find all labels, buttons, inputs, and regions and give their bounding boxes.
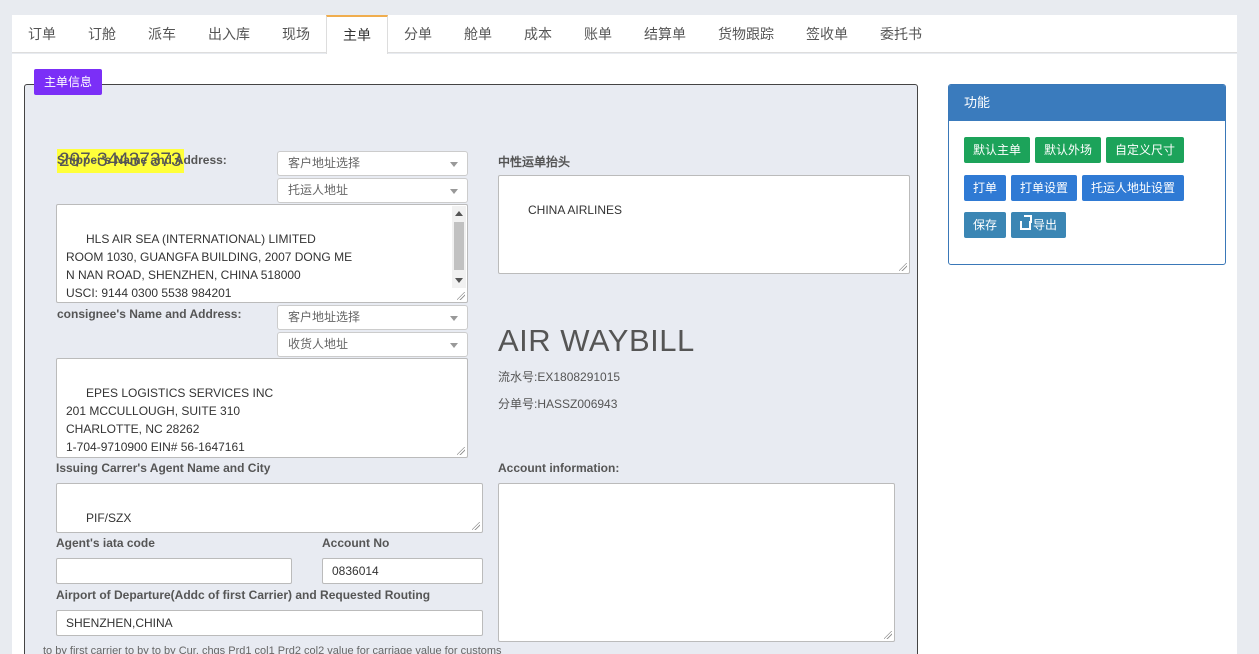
select-value: 收货人地址 [288,337,349,351]
panel-legend: 主单信息 [34,69,103,95]
scroll-up-icon[interactable] [455,211,463,216]
custom-size-button[interactable]: 自定义尺寸 [1106,137,1185,163]
textarea-scrollbar[interactable] [452,206,466,288]
scroll-thumb[interactable] [454,222,464,270]
iata-code-input[interactable] [56,558,292,584]
issuing-agent-textarea[interactable]: PIF/SZX [56,483,483,533]
functions-panel: 功能 默认主单 默认外场 自定义尺寸 打单 打单设置 托运人地址设置 保存 导出 [948,84,1226,265]
issuing-agent-text: PIF/SZX [86,511,132,525]
chevron-down-icon [450,343,458,348]
export-icon [1020,221,1031,230]
scroll-down-icon[interactable] [455,278,463,283]
departure-input[interactable]: SHENZHEN,CHINA [56,610,483,636]
functions-title: 功能 [949,85,1225,121]
print-settings-button[interactable]: 打单设置 [1011,175,1078,201]
house-bill-number: 分单号:HASSZ006943 [498,397,618,411]
awb-title: AIR WAYBILL [498,323,695,358]
tab-booking[interactable]: 订舱 [72,15,132,53]
shipper-label: Shipper's Name and Address: [57,153,227,167]
neutral-header-text: CHINA AIRLINES [528,203,623,217]
shipper-text: HLS AIR SEA (INTERNATIONAL) LIMITED ROOM… [66,232,353,300]
tab-bar: 订单 订舱 派车 出入库 现场 主单 分单 舱单 成本 账单 结算单 货物跟踪 … [12,15,1237,54]
account-info-textarea[interactable] [498,483,895,642]
consignee-textarea[interactable]: EPES LOGISTICS SERVICES INC 201 MCCULLOU… [56,358,468,458]
resize-handle-icon[interactable] [472,522,480,530]
consignee-label: consignee's Name and Address: [57,307,242,321]
chevron-down-icon [450,162,458,167]
tab-manifest[interactable]: 舱单 [448,15,508,53]
account-no-label: Account No [322,536,390,550]
tab-cost[interactable]: 成本 [508,15,568,53]
tab-house-bill[interactable]: 分单 [388,15,448,53]
master-bill-panel: 297-34437373 Shipper's Name and Address:… [24,84,918,654]
tab-receipt[interactable]: 签收单 [790,15,864,53]
iata-code-label: Agent's iata code [56,536,155,550]
shipper-textarea[interactable]: HLS AIR SEA (INTERNATIONAL) LIMITED ROOM… [56,204,468,303]
shipper-customer-select[interactable]: 客户地址选择 [277,151,468,176]
resize-handle-icon[interactable] [899,263,907,271]
chevron-down-icon [450,189,458,194]
departure-label: Airport of Departure(Addc of first Carri… [56,588,431,602]
select-value: 托运人地址 [288,183,349,197]
resize-handle-icon[interactable] [457,292,465,300]
default-master-button[interactable]: 默认主单 [964,137,1031,163]
neutral-header-textarea[interactable]: CHINA AIRLINES [498,175,910,274]
tab-settlement[interactable]: 结算单 [628,15,702,53]
select-value: 客户地址选择 [288,310,361,324]
shipper-address-settings-button[interactable]: 托运人地址设置 [1082,175,1185,201]
default-outer-button[interactable]: 默认外场 [1035,137,1102,163]
tab-dispatch[interactable]: 派车 [132,15,192,53]
neutral-header-label: 中性运单抬头 [498,155,571,169]
tab-order[interactable]: 订单 [12,15,72,53]
tab-cargo-tracking[interactable]: 货物跟踪 [702,15,790,53]
export-button[interactable]: 导出 [1011,212,1067,238]
resize-handle-icon[interactable] [457,447,465,455]
chevron-down-icon [450,316,458,321]
consignee-customer-select[interactable]: 客户地址选择 [277,305,468,330]
tab-power-of-attorney[interactable]: 委托书 [864,15,938,53]
shipper-address-select[interactable]: 托运人地址 [277,178,468,203]
main-content: 297-34437373 Shipper's Name and Address:… [12,54,1237,654]
consignee-text: EPES LOGISTICS SERVICES INC 201 MCCULLOU… [66,386,274,454]
tab-warehouse[interactable]: 出入库 [192,15,266,53]
issuing-agent-label: Issuing Carrer's Agent Name and City [56,461,271,475]
resize-handle-icon[interactable] [884,631,892,639]
save-button[interactable]: 保存 [964,212,1007,238]
account-no-input[interactable]: 0836014 [322,558,483,584]
tab-onsite[interactable]: 现场 [266,15,326,53]
tab-bill[interactable]: 账单 [568,15,628,53]
tab-master-bill[interactable]: 主单 [326,15,388,54]
consignee-address-select[interactable]: 收货人地址 [277,332,468,357]
serial-number: 流水号:EX1808291015 [498,370,621,384]
routing-header-row: to by first carrier to by to by Cur. chg… [43,645,502,654]
account-info-label: Account information: [498,461,620,475]
select-value: 客户地址选择 [288,156,361,170]
export-label: 导出 [1033,218,1058,232]
print-button[interactable]: 打单 [964,175,1007,201]
